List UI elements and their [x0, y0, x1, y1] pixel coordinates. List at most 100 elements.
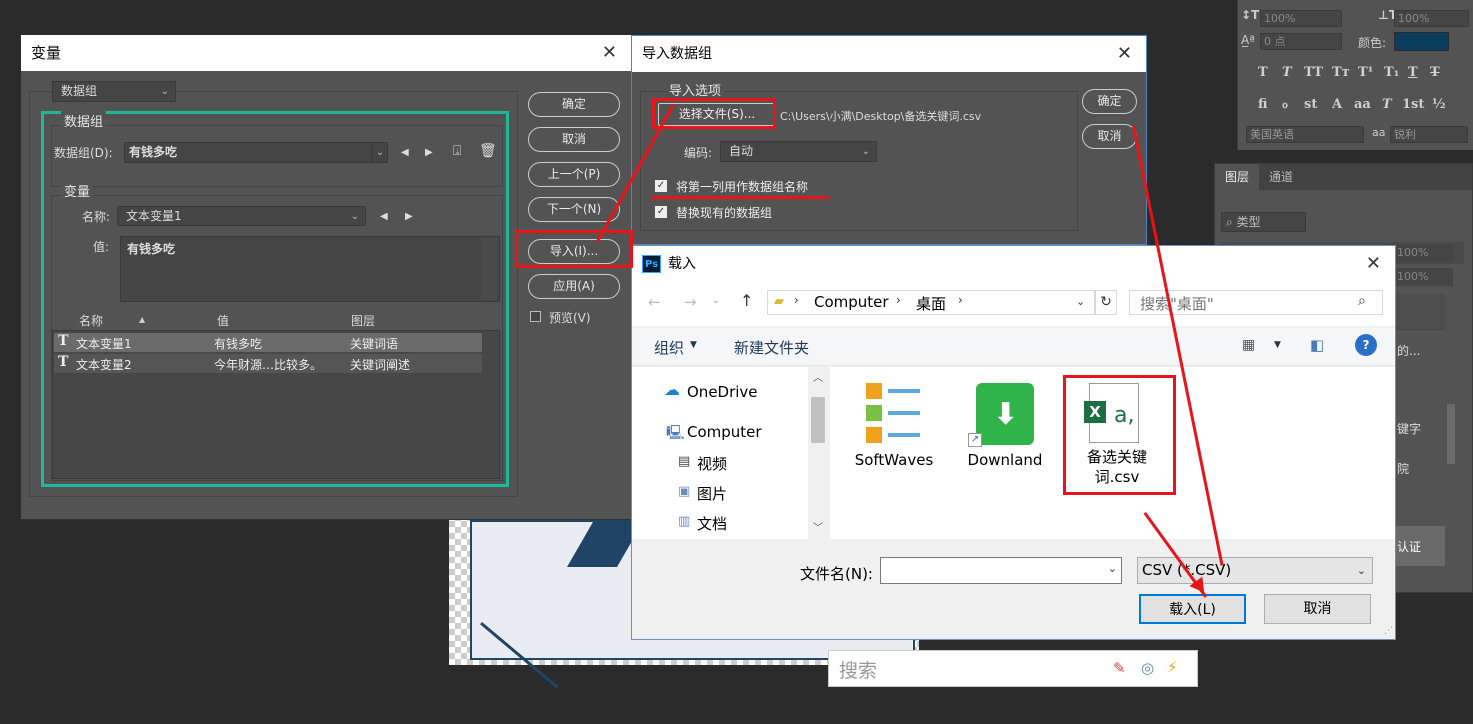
import-cancel-button[interactable]: 取消	[1082, 124, 1137, 149]
nav-pictures[interactable]: 图片	[697, 483, 727, 504]
dataset-field[interactable]: 有钱多吃	[124, 142, 372, 163]
text-color-swatch[interactable]	[1394, 32, 1449, 51]
ligature-icon[interactable]: fi	[1258, 97, 1267, 112]
chevron-down-icon: ⌄	[1356, 564, 1366, 577]
column-header-layer[interactable]: 图层	[351, 312, 375, 329]
opacity-field[interactable]: 100%	[1393, 244, 1453, 262]
leading-field[interactable]: 100%	[1260, 10, 1342, 27]
table-row[interactable]: T 文本变量2 今年财源…比较多。 关键词阐述	[54, 354, 482, 373]
apply-button[interactable]: 应用(A)	[528, 274, 620, 299]
antialias-select[interactable]: 锐利	[1390, 126, 1468, 143]
chevron-down-icon[interactable]: ⌄	[1076, 295, 1085, 308]
scroll-thumb[interactable]	[811, 397, 825, 443]
back-arrow-icon[interactable]: ←	[648, 293, 661, 311]
superscript-icon[interactable]: T¹	[1358, 65, 1373, 80]
table-row[interactable]: T 文本变量1 有钱多吃 关键词语	[54, 333, 482, 352]
variable-name-select[interactable]: 文本变量1 ⌄	[117, 206, 366, 226]
file-cancel-button[interactable]: 取消	[1264, 594, 1371, 624]
baseline-field[interactable]: 0 点	[1260, 33, 1342, 50]
settings-icon[interactable]: ◎	[1141, 659, 1154, 677]
file-item[interactable]: ⬇ ↗ Downland	[960, 381, 1050, 469]
dataset-dropdown-icon[interactable]: ⌄	[372, 142, 388, 163]
chevron-down-icon[interactable]: ▼	[1274, 340, 1281, 350]
load-button[interactable]: 载入(L)	[1139, 594, 1246, 624]
all-caps-icon[interactable]: TT	[1304, 65, 1323, 80]
nav-computer[interactable]: Computer	[687, 423, 762, 441]
ordinal-alt-icon[interactable]: T	[1382, 97, 1392, 112]
new-folder-button[interactable]: 新建文件夹	[734, 337, 809, 358]
replace-datasets-checkbox[interactable]: ✓	[655, 206, 667, 218]
swash-icon[interactable]: st	[1304, 97, 1317, 112]
bold-icon[interactable]: T	[1258, 65, 1268, 80]
underline-icon[interactable]: T	[1408, 65, 1418, 80]
value-scrollbar[interactable]	[481, 238, 497, 300]
previous-button[interactable]: 上一个(P)	[528, 162, 620, 187]
nav-scrollbar[interactable]: ︿ ﹀	[808, 367, 828, 539]
tab-layers[interactable]: 图层	[1215, 164, 1260, 190]
previous-dataset-icon[interactable]: ◀	[401, 147, 409, 158]
nav-videos[interactable]: 视频	[697, 453, 727, 474]
import-ok-button[interactable]: 确定	[1082, 89, 1137, 114]
encoding-select[interactable]: 自动 ⌄	[720, 141, 877, 162]
ok-button[interactable]: 确定	[528, 92, 620, 117]
tool-icon[interactable]: ✎	[1113, 659, 1126, 677]
layer-filter-select[interactable]: ⌕ 类型	[1221, 212, 1306, 232]
next-variable-icon[interactable]: ▶	[405, 211, 413, 222]
preview-pane-icon[interactable]: ◧	[1310, 336, 1324, 354]
strikethrough-icon[interactable]: T	[1430, 65, 1440, 80]
next-dataset-icon[interactable]: ▶	[425, 147, 433, 158]
chevron-up-icon[interactable]: ︿	[813, 369, 823, 384]
fractions-icon[interactable]: ½	[1432, 97, 1446, 112]
resize-grip-icon[interactable]: ⋰	[1384, 626, 1393, 636]
cancel-button[interactable]: 取消	[528, 127, 620, 152]
annotation-csv-box	[1063, 375, 1176, 495]
column-header-value[interactable]: 值	[217, 312, 229, 329]
column-header-name[interactable]: 名称	[79, 312, 103, 329]
nav-documents[interactable]: 文档	[697, 513, 727, 534]
forward-arrow-icon[interactable]: →	[684, 293, 697, 311]
first-column-checkbox[interactable]: ✓	[655, 180, 667, 192]
breadcrumb-computer[interactable]: Computer	[814, 293, 889, 311]
titling-icon[interactable]: aa	[1354, 97, 1371, 112]
breadcrumb-desktop[interactable]: 桌面	[916, 293, 946, 314]
old-style-icon[interactable]: ℴ	[1282, 97, 1288, 112]
small-caps-icon[interactable]: Tт	[1332, 65, 1350, 80]
close-icon[interactable]: ✕	[1117, 36, 1132, 72]
chevron-down-icon[interactable]: ⌄	[1108, 562, 1117, 575]
bottom-search-bar[interactable]: 搜索 ✎ ◎ ⚡	[828, 650, 1198, 687]
filename-input[interactable]: ⌄	[880, 557, 1122, 584]
filetype-select[interactable]: CSV (*.CSV) ⌄	[1137, 557, 1373, 584]
chevron-right-icon: ›	[794, 293, 799, 307]
up-arrow-icon[interactable]: ↑	[740, 291, 753, 310]
help-icon[interactable]: ?	[1355, 334, 1377, 356]
tab-channels[interactable]: 通道	[1259, 164, 1303, 190]
language-select[interactable]: 美国英语	[1246, 126, 1364, 143]
organize-menu[interactable]: 组织	[654, 337, 684, 358]
nav-onedrive[interactable]: OneDrive	[687, 383, 758, 401]
previous-variable-icon[interactable]: ◀	[380, 211, 388, 222]
value-textarea[interactable]: 有钱多吃	[120, 236, 500, 302]
trash-icon[interactable]: 🗑	[479, 143, 497, 159]
italic-icon[interactable]: T	[1282, 65, 1292, 80]
alternates-icon[interactable]: A	[1332, 97, 1342, 112]
save-dataset-icon[interactable]: ⍗	[453, 143, 461, 159]
file-item[interactable]: SoftWaves	[854, 381, 934, 469]
address-bar[interactable]: ▰ › Computer › 桌面 › ⌄	[767, 290, 1095, 315]
lightning-icon[interactable]: ⚡	[1167, 658, 1178, 676]
chevron-down-icon[interactable]: ⌄	[712, 296, 720, 306]
mode-select[interactable]: 数据组 ⌄	[52, 81, 176, 102]
chevron-down-icon[interactable]: ﹀	[813, 519, 823, 534]
fill-field[interactable]: 100%	[1393, 268, 1453, 286]
download-arrow-icon: ⬇	[993, 397, 1019, 432]
close-icon[interactable]: ✕	[1366, 246, 1381, 282]
row-name: 文本变量2	[76, 358, 132, 372]
preview-checkbox[interactable]	[530, 311, 541, 322]
layers-scrollbar[interactable]	[1447, 404, 1455, 464]
view-icon[interactable]: ▦	[1242, 337, 1255, 353]
close-icon[interactable]: ✕	[602, 35, 617, 71]
ordinals-icon[interactable]: 1st	[1402, 97, 1424, 112]
scale-field[interactable]: 100%	[1394, 10, 1469, 27]
refresh-icon[interactable]: ↻	[1095, 290, 1117, 315]
subscript-icon[interactable]: T₁	[1384, 65, 1399, 80]
next-button[interactable]: 下一个(N)	[528, 197, 620, 222]
